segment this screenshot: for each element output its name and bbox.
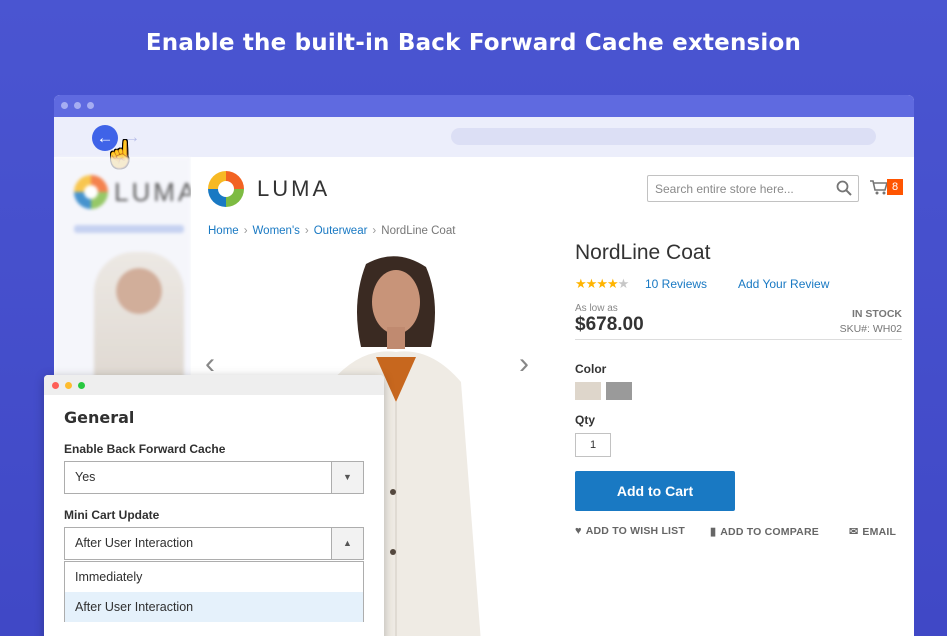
color-swatch-gray[interactable] — [606, 382, 632, 400]
address-bar[interactable] — [451, 128, 876, 145]
settings-panel: General Enable Back Forward Cache Yes ▼ … — [44, 375, 384, 636]
window-dot — [87, 102, 94, 109]
panel-titlebar — [44, 375, 384, 395]
breadcrumb-home[interactable]: Home — [208, 225, 239, 237]
chevron-down-icon[interactable]: ▼ — [331, 462, 363, 493]
minicart-label: Mini Cart Update — [64, 508, 160, 522]
as-low-as-label: As low as — [575, 303, 618, 314]
add-to-wishlist-link[interactable]: ♥ ADD TO WISH LIST — [575, 525, 685, 537]
chevron-up-icon[interactable]: ▲ — [331, 528, 363, 559]
minicart-dropdown: Immediately After User Interaction — [64, 561, 364, 622]
breadcrumb-current: NordLine Coat — [381, 225, 456, 237]
color-label: Color — [575, 362, 607, 376]
window-dot — [61, 102, 68, 109]
envelope-icon: ✉ — [849, 526, 859, 538]
bfcache-label: Enable Back Forward Cache — [64, 442, 226, 456]
ghost-product-photo — [94, 252, 184, 382]
option-after-user-interaction[interactable]: After User Interaction — [65, 592, 363, 622]
qty-label: Qty — [575, 413, 596, 427]
qty-input[interactable]: 1 — [575, 433, 611, 457]
window-dot — [74, 102, 81, 109]
chevron-right-icon: › — [304, 225, 309, 237]
email-link[interactable]: ✉ EMAIL — [849, 525, 896, 538]
reviews-link[interactable]: 10 Reviews — [645, 277, 707, 291]
gallery-next-chevron-icon[interactable]: › — [519, 347, 529, 381]
option-immediately[interactable]: Immediately — [65, 562, 363, 592]
add-to-cart-button[interactable]: Add to Cart — [575, 471, 735, 511]
chevron-right-icon: › — [243, 225, 248, 237]
add-review-link[interactable]: Add Your Review — [738, 277, 829, 291]
star-icon: ★ — [585, 276, 598, 291]
chevron-right-icon: › — [372, 225, 377, 237]
minicart-select-value: After User Interaction — [75, 536, 194, 550]
minimize-dot-icon[interactable] — [65, 382, 72, 389]
breadcrumb: Home › Women's › Outerwear › NordLine Coat — [208, 225, 455, 237]
logo-text[interactable]: LUMA — [257, 176, 330, 202]
star-empty-icon: ★ — [617, 276, 630, 291]
search-input[interactable] — [648, 176, 828, 201]
compare-label: ADD TO COMPARE — [720, 526, 819, 538]
ghost-logo-icon — [74, 175, 108, 209]
close-dot-icon[interactable] — [52, 382, 59, 389]
heart-icon: ♥ — [575, 525, 582, 537]
cart-icon[interactable] — [869, 179, 889, 195]
color-swatch-beige[interactable] — [575, 382, 601, 400]
sku-label: SKU#: WH02 — [839, 323, 902, 335]
luma-logo-icon[interactable] — [208, 171, 244, 207]
browser-titlebar — [54, 95, 914, 117]
minicart-select[interactable]: After User Interaction ▲ — [64, 527, 364, 560]
breadcrumb-outerwear[interactable]: Outerwear — [314, 225, 368, 237]
divider — [575, 339, 902, 340]
product-title: NordLine Coat — [575, 241, 711, 264]
rating-stars: ★★★★★ — [575, 276, 630, 292]
browser-navbar: ← → ☝ — [54, 117, 914, 169]
search-icon[interactable] — [836, 180, 852, 196]
product-price: $678.00 — [575, 314, 644, 335]
maximize-dot-icon[interactable] — [78, 382, 85, 389]
wishlist-label: ADD TO WISH LIST — [585, 525, 685, 537]
stock-status: IN STOCK — [852, 308, 902, 320]
ghost-breadcrumb — [74, 225, 184, 233]
breadcrumb-women[interactable]: Women's — [253, 225, 300, 237]
bfcache-select-value: Yes — [75, 470, 96, 484]
star-icon: ★ — [575, 276, 587, 291]
star-icon: ★ — [596, 276, 608, 291]
cart-count-badge[interactable]: 8 — [887, 179, 903, 195]
ghost-logo-text: LUMA — [114, 177, 191, 207]
bar-chart-icon: ▮ — [710, 526, 717, 538]
headline: Enable the built-in Back Forward Cache e… — [145, 30, 802, 56]
search-box — [647, 175, 859, 202]
email-label: EMAIL — [862, 526, 897, 538]
settings-heading: General — [64, 408, 135, 427]
star-icon: ★ — [606, 276, 619, 291]
bfcache-select[interactable]: Yes ▼ — [64, 461, 364, 494]
add-to-compare-link[interactable]: ▮ ADD TO COMPARE — [710, 525, 819, 538]
